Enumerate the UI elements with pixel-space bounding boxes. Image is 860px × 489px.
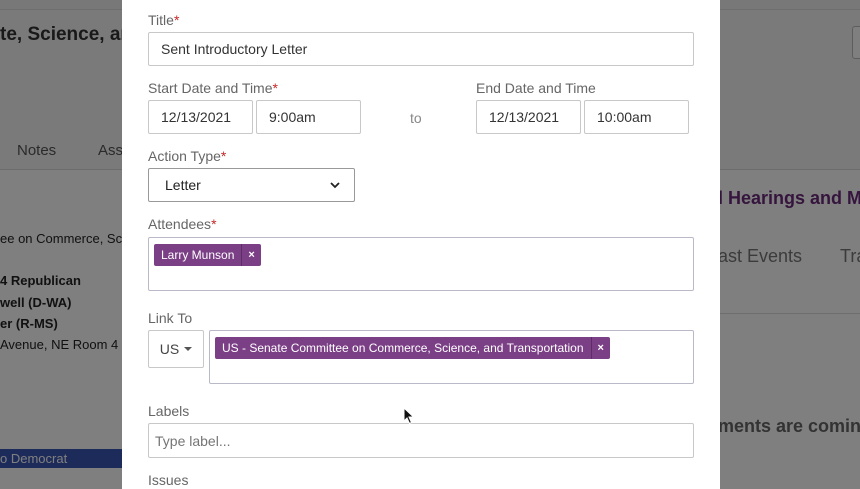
start-date-label: Start Date and Time* [148,80,278,96]
title-input[interactable]: Sent Introductory Letter [148,32,694,66]
mouse-pointer-icon [403,407,415,425]
required-mark: * [173,12,180,28]
end-date-label: End Date and Time [476,80,596,96]
start-date-input[interactable]: 12/13/2021 [148,100,253,134]
create-action-modal: Title* Sent Introductory Letter Start Da… [122,0,720,489]
link-to-label: Link To [148,310,193,326]
link-to-tag-label: US - Senate Committee on Commerce, Scien… [222,341,584,355]
link-to-tag: US - Senate Committee on Commerce, Scien… [215,337,610,359]
country-value: US [159,341,180,357]
close-icon[interactable]: × [590,337,610,359]
attendees-field[interactable]: Larry Munson × [148,237,694,291]
action-type-label: Action Type* [148,148,227,164]
start-time-input[interactable]: 9:00am [256,100,361,134]
end-date-input[interactable]: 12/13/2021 [476,100,581,134]
attendee-tag: Larry Munson × [154,244,261,266]
attendees-label: Attendees* [148,216,217,232]
to-separator: to [410,110,422,126]
action-type-value: Letter [165,177,201,193]
issues-label: Issues [148,472,189,488]
chevron-down-icon [330,181,340,188]
link-to-field[interactable]: US - Senate Committee on Commerce, Scien… [209,330,694,384]
attendee-tag-label: Larry Munson [161,248,235,262]
caret-down-icon [184,347,193,351]
required-mark: * [272,80,278,96]
labels-input[interactable] [148,423,694,458]
end-time-input[interactable]: 10:00am [584,100,689,134]
action-type-select[interactable]: Letter [148,168,355,202]
required-mark: * [220,148,227,164]
title-label: Title* [148,12,180,28]
labels-label: Labels [148,403,190,419]
close-icon[interactable]: × [241,244,260,266]
country-dropdown-button[interactable]: US [148,330,204,368]
required-mark: * [211,216,217,232]
